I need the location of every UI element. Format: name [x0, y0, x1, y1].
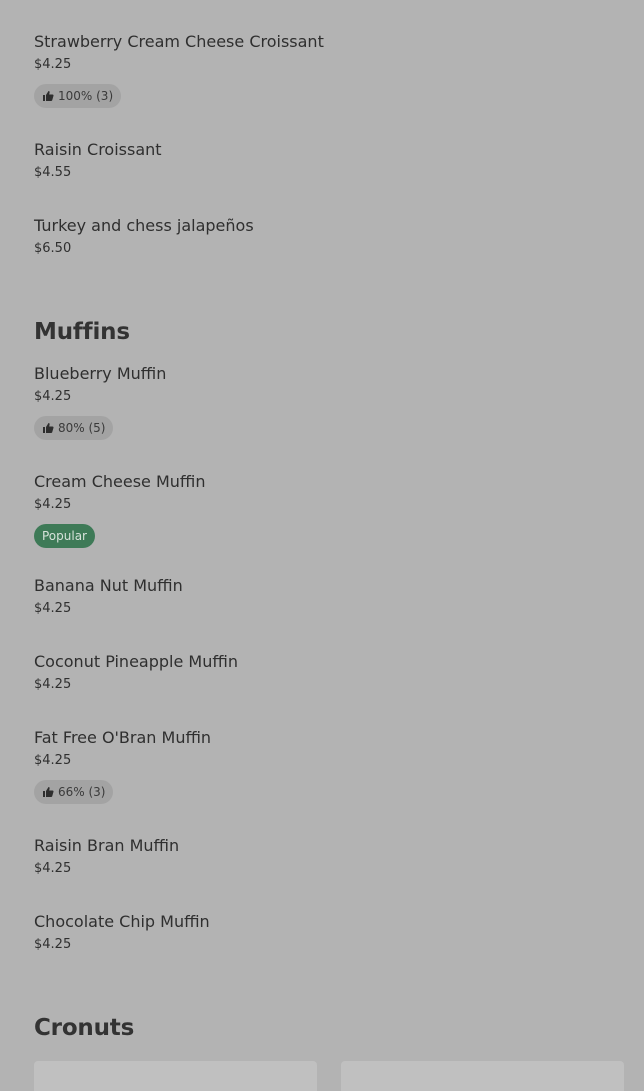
- item-name: Coconut Pineapple Muffin: [34, 652, 238, 671]
- item-price: $4.25: [34, 861, 72, 876]
- thumbs-up-icon: [42, 786, 54, 798]
- menu-item-raisin-bran-muffin[interactable]: Raisin Bran Muffin $4.25: [34, 836, 624, 877]
- item-price: $4.25: [34, 389, 72, 404]
- item-price: $4.25: [34, 753, 72, 768]
- menu-item-strawberry-cream-cheese-croissant[interactable]: Strawberry Cream Cheese Croissant $4.25 …: [34, 32, 624, 108]
- item-name: Chocolate Chip Muffin: [34, 912, 210, 931]
- item-price: $4.25: [34, 497, 72, 512]
- rating-text: 66% (3): [58, 785, 106, 799]
- rating-text: 80% (5): [58, 421, 106, 435]
- menu-item-blueberry-muffin[interactable]: Blueberry Muffin $4.25 80% (5): [34, 364, 624, 440]
- rating-badge: 66% (3): [34, 780, 114, 804]
- item-price: $4.55: [34, 165, 72, 180]
- item-name: Turkey and chess jalapeños: [34, 216, 254, 235]
- menu-item-fat-free-obran-muffin[interactable]: Fat Free O'Bran Muffin $4.25 66% (3): [34, 728, 624, 804]
- menu-item-cream-cheese-muffin[interactable]: Cream Cheese Muffin $4.25 Popular: [34, 472, 624, 548]
- item-price: $6.50: [34, 241, 72, 256]
- section-heading-cronuts: Cronuts: [34, 1015, 135, 1041]
- item-name: Fat Free O'Bran Muffin: [34, 728, 212, 747]
- thumbs-up-icon: [42, 422, 54, 434]
- menu-item-chocolate-chip-muffin[interactable]: Chocolate Chip Muffin $4.25: [34, 912, 624, 953]
- item-name: Blueberry Muffin: [34, 364, 167, 383]
- popular-badge: Popular: [34, 524, 95, 548]
- item-name: Banana Nut Muffin: [34, 576, 183, 595]
- menu-item-raisin-croissant[interactable]: Raisin Croissant $4.55: [34, 140, 624, 181]
- section-heading-muffins: Muffins: [34, 319, 130, 345]
- thumbs-up-icon: [42, 90, 54, 102]
- item-price: $4.25: [34, 57, 72, 72]
- item-name: Cream Cheese Muffin: [34, 472, 206, 491]
- rating-text: 100% (3): [58, 89, 114, 103]
- item-name: Raisin Bran Muffin: [34, 836, 180, 855]
- cronut-card-2[interactable]: [341, 1061, 624, 1091]
- rating-badge: 100% (3): [34, 84, 122, 108]
- menu-item-turkey-and-chess-jalapenos[interactable]: Turkey and chess jalapeños $6.50: [34, 216, 624, 257]
- item-name: Raisin Croissant: [34, 140, 162, 159]
- rating-badge: 80% (5): [34, 416, 114, 440]
- menu-item-coconut-pineapple-muffin[interactable]: Coconut Pineapple Muffin $4.25: [34, 652, 624, 693]
- item-price: $4.25: [34, 937, 72, 952]
- menu-item-banana-nut-muffin[interactable]: Banana Nut Muffin $4.25: [34, 576, 624, 617]
- item-price: $4.25: [34, 677, 72, 692]
- item-price: $4.25: [34, 601, 72, 616]
- cronut-card-1[interactable]: [34, 1061, 317, 1091]
- item-name: Strawberry Cream Cheese Croissant: [34, 32, 324, 51]
